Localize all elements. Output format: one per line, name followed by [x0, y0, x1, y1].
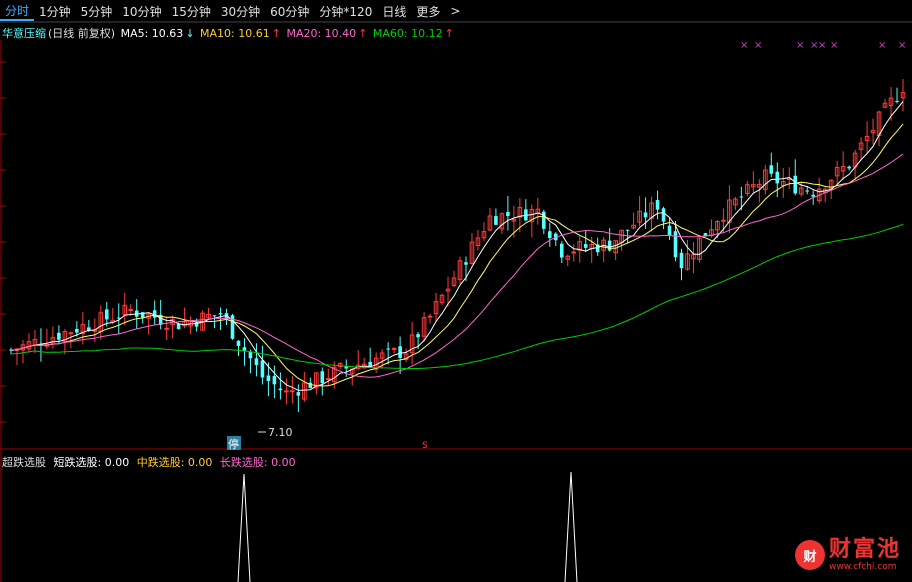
- candle-body: [673, 231, 678, 258]
- candle-body: [427, 315, 433, 318]
- ma20-value: MA20: 10.40: [286, 27, 357, 40]
- candle-body: [547, 231, 552, 239]
- candle-body: [625, 229, 630, 231]
- candle-body: [325, 378, 331, 381]
- candle-body: [57, 332, 61, 340]
- candle-body: [386, 348, 390, 350]
- signal-mark: ×: [878, 40, 886, 51]
- candle-body: [895, 100, 899, 102]
- ma60-line: [10, 223, 904, 369]
- kline-chart[interactable]: 7.10停 S× × × × × × × ×: [0, 0, 912, 582]
- candle-body: [571, 251, 577, 254]
- candle-body: [607, 240, 612, 251]
- ma10-value: MA10: 10.61: [200, 27, 270, 40]
- signal-mark: ×: [740, 40, 748, 51]
- candle-body: [583, 244, 588, 248]
- signal-mark: ×: [796, 40, 804, 51]
- candle-body: [805, 190, 810, 192]
- ma60-arrow-icon: ↑: [444, 27, 454, 40]
- candle-body: [68, 332, 74, 335]
- candle-body: [506, 212, 510, 217]
- candle-body: [739, 196, 744, 198]
- logo-name: 财富池: [829, 537, 902, 562]
- candle-body: [236, 340, 241, 346]
- candle-body: [212, 315, 217, 317]
- candle-body: [847, 166, 851, 169]
- candle-body: [559, 243, 564, 258]
- candle-body: [272, 376, 277, 385]
- candle-body: [775, 171, 780, 184]
- candle-body: [296, 392, 301, 396]
- logo-icon: 财: [795, 540, 825, 570]
- signal-mark: ×: [818, 40, 826, 51]
- signal-mark: ×: [830, 40, 838, 51]
- stop-badge-label: 停: [228, 437, 239, 451]
- candle-body: [290, 390, 295, 393]
- indicator-spike: [564, 471, 578, 582]
- candle-body: [464, 262, 468, 265]
- candle-body: [721, 219, 726, 222]
- candle-body: [793, 175, 798, 194]
- ma-legend: 华意压缩 (日线 前复权) MA5: 10.63 ↓ MA10: 10.61 ↑ MA…: [2, 25, 456, 41]
- indicator-legend: 超跌选股 短跌选股: 0.00 中跌选股: 0.00 长跌选股: 0.00: [2, 454, 300, 470]
- indicator-name: 超跌选股: [2, 456, 46, 469]
- candle-body: [104, 309, 109, 320]
- candle-body: [164, 327, 169, 330]
- long-drop-value: 长跌选股: 0.00: [219, 456, 296, 469]
- ma5-value: MA5: 10.63: [120, 27, 184, 40]
- stock-name: 华意压缩: [2, 27, 46, 40]
- period-label: (日线 前复权): [48, 27, 116, 40]
- candle-body: [152, 310, 157, 318]
- ma60-value: MA60: 10.12: [372, 27, 443, 40]
- short-drop-value: 短跌选股: 0.00: [53, 456, 130, 469]
- candle-body: [284, 390, 289, 393]
- candle-body: [248, 351, 253, 359]
- candle-body: [128, 308, 134, 311]
- ma5-line: [10, 101, 904, 391]
- logo-url: www.cfchi.com: [829, 562, 897, 572]
- candle-body: [416, 334, 420, 338]
- candle-body: [667, 225, 672, 236]
- candle-body: [254, 358, 259, 366]
- candle-body: [661, 208, 666, 222]
- candle-body: [242, 347, 247, 351]
- candle-body: [266, 375, 271, 381]
- candle-body: [679, 252, 684, 269]
- candle-body: [398, 346, 402, 358]
- signal-mark: ×: [898, 40, 906, 51]
- candle-body: [218, 313, 223, 315]
- ma20-line: [10, 153, 904, 378]
- candle-body: [260, 360, 265, 378]
- candle-body: [320, 371, 325, 384]
- site-logo: 财 财富池 www.cfchi.com: [795, 538, 901, 572]
- signal-mark: ×: [754, 40, 762, 51]
- candle-body: [278, 388, 283, 391]
- candle-body: [769, 165, 774, 174]
- ma20-arrow-icon: ↑: [358, 27, 368, 40]
- candle-body: [75, 328, 79, 333]
- candle-body: [176, 323, 181, 330]
- candle-body: [811, 194, 816, 197]
- ma10-arrow-icon: ↑: [271, 27, 281, 40]
- indicator-spike: [237, 473, 251, 582]
- s-marker: S: [422, 441, 428, 451]
- candle-body: [643, 212, 648, 218]
- candle-body: [494, 216, 498, 225]
- mid-drop-value: 中跌选股: 0.00: [136, 456, 213, 469]
- candle-body: [655, 200, 660, 210]
- low-price-label: 7.10: [268, 426, 293, 439]
- ma5-arrow-icon: ↓: [185, 27, 195, 40]
- ma10-line: [10, 123, 904, 387]
